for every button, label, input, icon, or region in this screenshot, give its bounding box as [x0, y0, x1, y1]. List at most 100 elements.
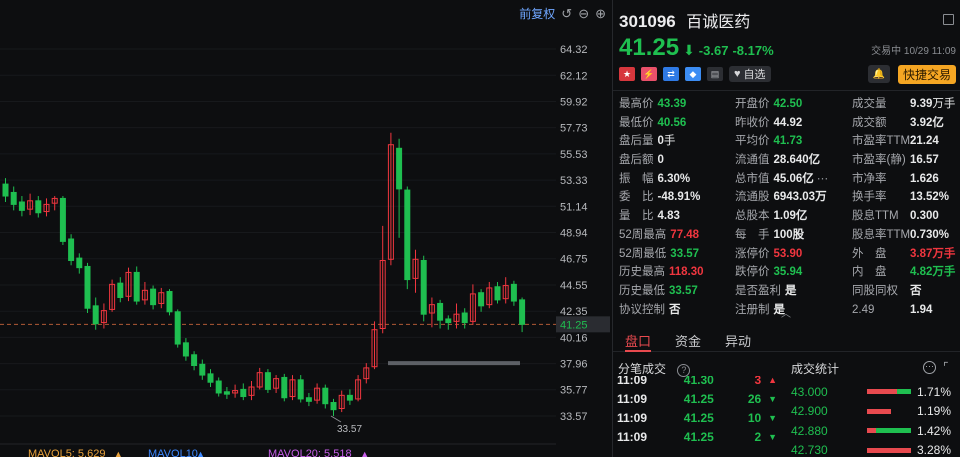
stat-label: 昨收价	[735, 116, 770, 129]
stat-value: 6.30%	[657, 172, 691, 185]
tab-2[interactable]: 异动	[713, 324, 763, 351]
volume-stats-list[interactable]: 43.000 1.71% 42.900 1.19% 42.880 1.42% 42.730 3…	[791, 382, 959, 457]
stat-label: 历史最低	[619, 284, 665, 297]
stat-label: 外 盘	[852, 247, 887, 260]
zoom-out-icon[interactable]: ⊖	[578, 6, 589, 22]
candle-body[interactable]	[264, 372, 271, 390]
sell-bar	[896, 389, 911, 395]
tab-1[interactable]: 资金	[663, 324, 713, 351]
trade-time: 11:09	[617, 376, 648, 387]
stat-cell: 历史最低 33.57	[619, 282, 735, 301]
candle-body[interactable]	[223, 391, 230, 395]
candle-body[interactable]	[117, 282, 124, 298]
bell-icon[interactable]: 🔔	[868, 65, 890, 83]
stat-label: 涨停价	[735, 247, 770, 260]
candle-body[interactable]	[199, 363, 206, 376]
stat-label: 市盈率(静)	[852, 154, 906, 167]
candle-body[interactable]	[346, 394, 353, 401]
buy-bar	[867, 428, 876, 434]
stat-label: 52周最高	[619, 228, 667, 241]
candle-body[interactable]	[215, 380, 222, 394]
candle-body[interactable]	[281, 376, 288, 399]
stock-header: 301096 百诚医药	[619, 8, 954, 32]
candle-body[interactable]	[35, 200, 42, 214]
candle-body[interactable]	[76, 257, 83, 269]
stat-value: 13.52%	[910, 191, 950, 204]
candle-body[interactable]	[305, 397, 312, 402]
stat-label: 股息率TTM	[852, 228, 911, 241]
candle-body[interactable]	[404, 189, 411, 281]
candle-body[interactable]	[297, 379, 304, 400]
candle-body[interactable]	[133, 271, 140, 302]
volume-stat-row: 42.880 1.42%	[791, 421, 959, 441]
stat-value: 53.90	[773, 247, 803, 260]
stat-label: 52周最低	[619, 247, 667, 260]
trade-price: 41.25	[683, 391, 714, 406]
trade-tape[interactable]: 11:09 41.30 3 ▲ 11:09 41.25 26 ▼ 11:09 41.25 10 ▼ 11…	[617, 376, 777, 457]
candle-body[interactable]	[92, 305, 99, 325]
cn-flag-icon[interactable]: ★	[619, 67, 635, 81]
stat-row: 振 幅 6.30% 总市值 45.06亿 ⋯ 市净率 1.626	[619, 170, 959, 189]
candle-body[interactable]	[166, 291, 173, 313]
stock-name: 百诚医药	[686, 14, 751, 31]
stat-value: 是	[785, 284, 797, 297]
heart-icon: ♥	[734, 68, 741, 80]
candle-body[interactable]	[330, 402, 337, 411]
adjust-mode-button[interactable]: 前复权	[519, 5, 555, 22]
candle-body[interactable]	[519, 299, 526, 325]
candle-body[interactable]	[191, 354, 198, 367]
stat-label: 总股本	[735, 210, 770, 223]
stat-label: 委 比	[619, 191, 654, 204]
candle-body[interactable]	[207, 373, 214, 383]
candle-body[interactable]	[445, 318, 452, 324]
candle-body[interactable]	[18, 201, 25, 211]
candle-body[interactable]	[240, 388, 247, 398]
candle-body[interactable]	[2, 183, 9, 197]
stat-cell: 涨停价 53.90	[735, 245, 852, 264]
stat-cell: 协议控制否	[619, 301, 735, 320]
more-icon[interactable]: ⋯	[817, 170, 829, 189]
volume-stats-header: 成交统计	[791, 360, 839, 377]
candle-body[interactable]	[10, 191, 17, 205]
margin-icon[interactable]: ⚡	[641, 67, 657, 81]
candle-body[interactable]	[84, 265, 91, 309]
candle-body[interactable]	[322, 387, 329, 405]
price-range-marker	[388, 361, 520, 366]
tab-0[interactable]: 盘口	[613, 324, 663, 352]
stat-cell: 委 比 -48.91%	[619, 188, 735, 207]
price-tick-label: 44.55	[560, 280, 588, 292]
stat-value: 40.56	[657, 116, 687, 129]
candle-body[interactable]	[68, 238, 75, 261]
connect-icon[interactable]: ⇄	[663, 67, 679, 81]
zoom-in-icon[interactable]: ⊕	[595, 6, 606, 22]
fast-trade-button[interactable]: 快捷交易	[897, 65, 956, 84]
more-icon[interactable]: ⋯	[923, 361, 936, 374]
expand-icon[interactable]: ⌜	[943, 360, 949, 374]
stat-value: 4.82	[910, 266, 933, 279]
add-watchlist-button[interactable]: ♥ 自选	[729, 66, 771, 82]
stat-cell: 流通股 6943.03万	[735, 188, 852, 207]
kline-chart-svg[interactable]: 64.32 62.12 59.92 57.73 55.53 53.33 51.14 48.94…	[0, 0, 612, 457]
candle-body[interactable]	[59, 197, 66, 242]
candle-body[interactable]	[420, 259, 427, 315]
tag-icon[interactable]: ◆	[685, 67, 701, 81]
candle-body[interactable]	[150, 288, 157, 306]
candle-body[interactable]	[174, 311, 181, 345]
stat-row: 最高价 43.39 开盘价 42.50 成交量 9.39 万手	[619, 95, 959, 114]
collapse-icon[interactable]: ︿	[781, 305, 791, 320]
candle-body[interactable]	[494, 286, 501, 301]
kline-chart[interactable]: 64.32 62.12 59.92 57.73 55.53 53.33 51.14 48.94…	[0, 0, 612, 457]
stat-cell: 52周最高 77.48	[619, 226, 735, 245]
candle-body[interactable]	[396, 147, 403, 190]
stat-cell: 股息TTM 0.300	[852, 207, 959, 226]
candle-body[interactable]	[510, 283, 517, 302]
trade-time: 11:09	[617, 391, 648, 406]
doc-icon[interactable]: ▤	[707, 67, 723, 81]
undo-icon[interactable]: ↺	[561, 6, 572, 22]
stat-value: 1.09亿	[773, 210, 808, 223]
candle-body[interactable]	[437, 302, 444, 321]
candle-body[interactable]	[182, 342, 189, 357]
panel-settings-icon[interactable]	[943, 14, 954, 25]
candle-body[interactable]	[461, 312, 468, 324]
candle-body[interactable]	[478, 292, 485, 307]
